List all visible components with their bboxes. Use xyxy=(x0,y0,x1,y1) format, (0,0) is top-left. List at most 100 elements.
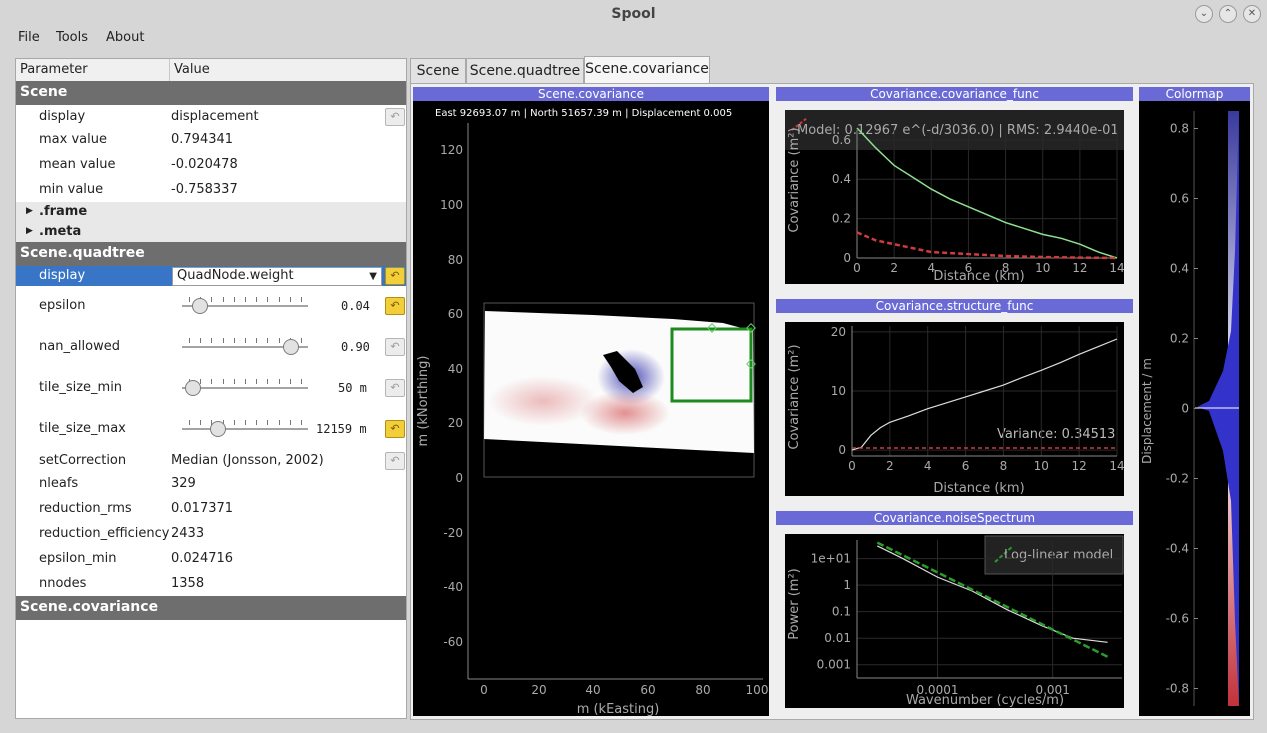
cov-func-plot[interactable]: Model: 0.12967 e^(-d/3036.0) | RMS: 2.94… xyxy=(785,110,1125,284)
slider-tick xyxy=(278,379,280,384)
slider-tick xyxy=(233,338,235,343)
xtick: 4 xyxy=(924,459,932,473)
reset-icon[interactable]: ↶ xyxy=(385,379,405,397)
row-tile-size-min: tile_size_min 50 m ↶ xyxy=(16,368,406,409)
tab-covariance-label: Scene.covariance xyxy=(585,61,709,77)
row-meta[interactable]: ▶ .meta xyxy=(16,222,406,242)
row-scene-display[interactable]: display displacement ↶ xyxy=(16,105,406,129)
row-quadtree-display[interactable]: display QuadNode.weight ▼ ↶ xyxy=(16,266,406,286)
xtick: 14 xyxy=(1109,261,1124,275)
slider-handle[interactable] xyxy=(192,298,209,314)
display-select[interactable]: QuadNode.weight ▼ xyxy=(172,267,382,286)
slider-handle[interactable] xyxy=(282,339,299,355)
slider-tick xyxy=(245,379,246,384)
xtick: 14 xyxy=(1109,459,1124,473)
label: epsilon_min xyxy=(39,551,117,566)
slider-tick xyxy=(233,297,235,302)
expand-arrow-icon[interactable]: ▶ xyxy=(26,226,33,236)
cov-func-svg[interactable]: Model: 0.12967 e^(-d/3036.0) | RMS: 2.94… xyxy=(785,110,1125,284)
tab-scene-quadtree[interactable]: Scene.quadtree xyxy=(466,58,584,84)
epsilon-slider[interactable] xyxy=(182,296,308,314)
colormap-title: Colormap xyxy=(1139,87,1250,101)
xtick: 10 xyxy=(1034,459,1049,473)
label: display xyxy=(39,109,86,124)
tab-content: Scene.covariance East 92693.07 m | North… xyxy=(410,83,1254,720)
nan-allowed-slider[interactable] xyxy=(182,337,308,355)
reset-icon[interactable]: ↶ xyxy=(385,267,405,285)
chevron-down-icon: ▼ xyxy=(369,271,377,282)
section-covariance[interactable]: Scene.covariance xyxy=(16,596,406,620)
ytick: -60 xyxy=(443,635,463,649)
section-quadtree[interactable]: Scene.quadtree xyxy=(16,242,406,266)
scene-plot[interactable]: East 92693.07 m | North 51657.39 m | Dis… xyxy=(413,101,769,717)
xtick: 40 xyxy=(585,683,600,697)
slider-tick xyxy=(278,338,280,343)
noise-svg[interactable]: Log-linear model Wavenumber (cycles/m) P… xyxy=(785,534,1124,708)
row-set-correction[interactable]: setCorrection Median (Jonsson, 2002) ↶ xyxy=(16,450,406,474)
colormap-plot[interactable]: 0.8 0.6 0.4 0.2 0 -0.2 -0.4 -0.6 -0.8 Displaceme… xyxy=(1139,101,1250,716)
slider-tick xyxy=(211,338,213,343)
row-mean-value: mean value -0.020478 xyxy=(16,154,406,178)
ytick: 0.001 xyxy=(817,658,851,672)
row-epsilon: epsilon 0.04 ↶ xyxy=(16,286,406,327)
xtick: 10 xyxy=(1035,261,1050,275)
menu-bar: File Tools About xyxy=(0,28,1267,50)
row-max-value: max value 0.794341 xyxy=(16,129,406,153)
label: reduction_efficiency xyxy=(39,526,170,541)
slider-tick xyxy=(256,379,258,384)
section-scene[interactable]: Scene xyxy=(16,81,406,105)
reset-icon[interactable]: ↶ xyxy=(385,420,405,438)
title-bar: Spool ⌄ ⌃ ✕ xyxy=(0,0,1267,28)
tile-size-min-slider[interactable] xyxy=(182,378,308,396)
row-frame[interactable]: ▶ .frame xyxy=(16,202,406,222)
menu-about[interactable]: About xyxy=(106,30,144,45)
tab-scene-covariance[interactable]: Scene.covariance xyxy=(584,56,710,84)
noise-title: Covariance.noiseSpectrum xyxy=(776,511,1133,525)
xtick: 0 xyxy=(853,261,861,275)
scene-xlabel: m (kEasting) xyxy=(577,702,660,716)
ytick: 0 xyxy=(455,471,463,485)
display-select-value: QuadNode.weight xyxy=(177,268,294,283)
tile-size-max-slider[interactable] xyxy=(182,419,308,437)
maximize-icon[interactable]: ⌃ xyxy=(1219,5,1237,23)
slider-handle[interactable] xyxy=(210,421,226,437)
slider-handle[interactable] xyxy=(185,380,202,396)
reset-icon[interactable]: ↶ xyxy=(385,297,405,315)
row-epsilon-min: epsilon_min 0.024716 xyxy=(16,549,406,573)
noise-plot[interactable]: Log-linear model Wavenumber (cycles/m) P… xyxy=(785,534,1124,708)
tab-scene[interactable]: Scene xyxy=(410,58,466,84)
ytick: 0.01 xyxy=(824,631,851,645)
xtick: 0.0001 xyxy=(916,683,958,697)
scene-ylabel: m (kNorthing) xyxy=(416,356,431,447)
xtick: 60 xyxy=(640,683,655,697)
xtick: 80 xyxy=(695,683,710,697)
struct-func-plot[interactable]: Variance: 0.34513 Distance (km) Covarian… xyxy=(785,322,1125,496)
menu-tools[interactable]: Tools xyxy=(56,30,88,45)
xtick: 20 xyxy=(531,683,546,697)
colormap-svg[interactable]: 0.8 0.6 0.4 0.2 0 -0.2 -0.4 -0.6 -0.8 Displaceme… xyxy=(1139,101,1250,716)
minimize-icon[interactable]: ⌄ xyxy=(1195,5,1213,23)
parameter-tree[interactable]: Parameter Value Scene display displaceme… xyxy=(15,58,407,719)
scene-yticks: 120 100 80 60 40 20 0 -20 -40 -60 xyxy=(440,143,463,649)
slider-tick xyxy=(233,420,235,425)
expand-arrow-icon[interactable]: ▶ xyxy=(26,206,33,216)
reset-icon[interactable]: ↶ xyxy=(385,338,405,356)
reset-icon[interactable]: ↶ xyxy=(385,108,405,126)
close-icon[interactable]: ✕ xyxy=(1243,5,1261,23)
slider-tick xyxy=(289,420,291,425)
struct-func-svg[interactable]: Variance: 0.34513 Distance (km) Covarian… xyxy=(785,322,1125,496)
scene-plot-svg[interactable]: East 92693.07 m | North 51657.39 m | Dis… xyxy=(413,101,769,717)
red-lobe-2 xyxy=(488,376,598,426)
menu-file[interactable]: File xyxy=(18,30,40,45)
slider-tick xyxy=(301,420,302,425)
xtick: 100 xyxy=(746,683,769,697)
slider-tick xyxy=(256,297,258,302)
scene-readout: East 92693.07 m | North 51657.39 m | Dis… xyxy=(435,108,732,119)
slider-tick xyxy=(256,338,258,343)
slider-tick xyxy=(267,420,269,425)
reset-icon[interactable]: ↶ xyxy=(385,452,405,470)
series-line-1 xyxy=(856,231,1118,260)
xtick: 0 xyxy=(848,459,856,473)
xtick: 8 xyxy=(1002,261,1010,275)
slider-track[interactable] xyxy=(182,428,308,430)
